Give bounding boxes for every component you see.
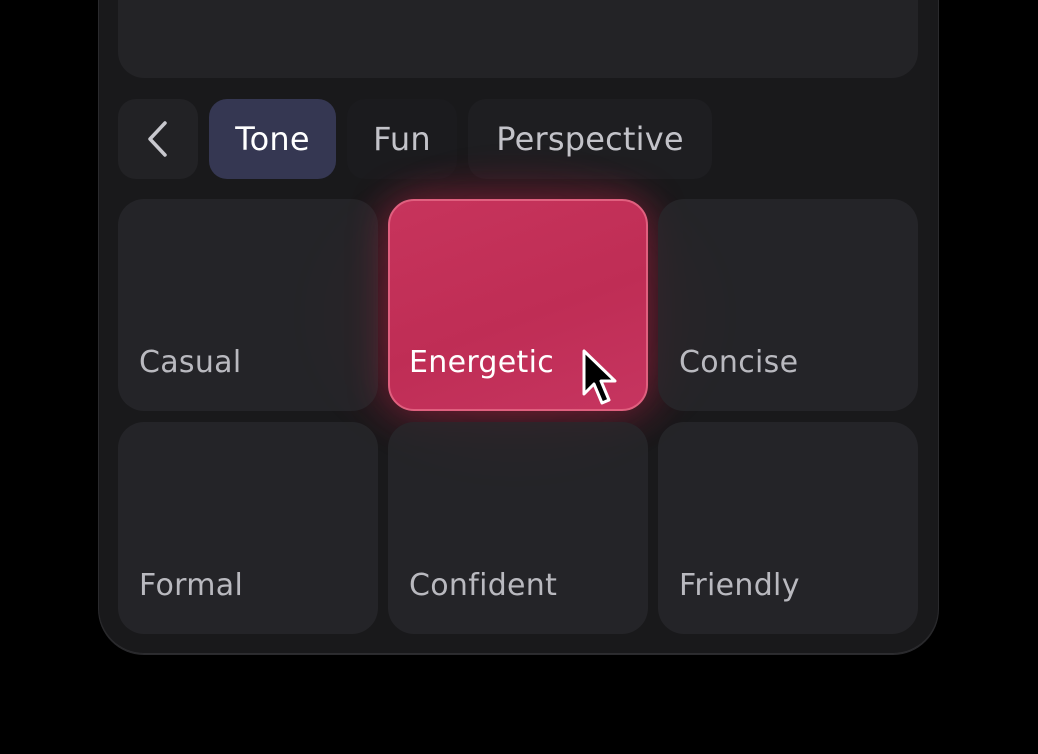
tone-options-grid: Casual Energetic Concise Formal Confiden… <box>118 199 918 634</box>
option-label: Energetic <box>409 345 555 380</box>
option-concise[interactable]: Concise <box>658 199 918 411</box>
option-label: Casual <box>139 345 242 380</box>
text-preview-area[interactable] <box>118 0 918 78</box>
option-casual[interactable]: Casual <box>118 199 378 411</box>
option-formal[interactable]: Formal <box>118 422 378 634</box>
category-tabs: Tone Fun Perspective <box>118 99 712 179</box>
option-confident[interactable]: Confident <box>388 422 648 634</box>
mouse-pointer-icon <box>582 349 617 405</box>
tab-tone[interactable]: Tone <box>209 99 336 179</box>
option-label: Concise <box>679 345 799 380</box>
option-label: Friendly <box>679 568 800 603</box>
chevron-left-icon <box>148 121 167 157</box>
option-friendly[interactable]: Friendly <box>658 422 918 634</box>
stage: Tone Fun Perspective Casual Energetic Co… <box>0 0 1038 754</box>
back-button[interactable] <box>118 99 198 179</box>
option-label: Formal <box>139 568 244 603</box>
option-label: Confident <box>409 568 558 603</box>
